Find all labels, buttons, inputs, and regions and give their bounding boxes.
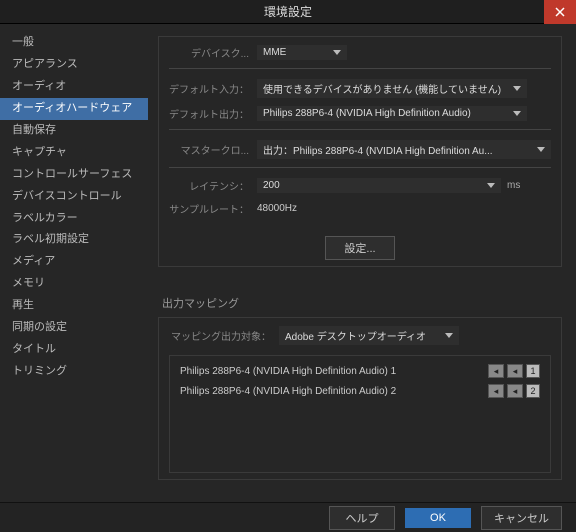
channel-number[interactable]: 2 [526,384,540,398]
speaker-icon[interactable]: ◂ [507,384,523,398]
default-output-value: Philips 288P6-4 (NVIDIA High Definition … [263,108,471,119]
output-mapping-section: 出力マッピング マッピング出力対象： Adobe デスクトップオーディオ Phi… [158,295,562,480]
device-class-dropdown[interactable]: MME [257,45,347,60]
settings-button[interactable]: 設定... [325,236,395,260]
latency-dropdown[interactable]: 200 [257,178,501,193]
default-output-dropdown[interactable]: Philips 288P6-4 (NVIDIA High Definition … [257,106,527,121]
sidebar-item[interactable]: ラベル初期設定 [0,229,148,251]
sample-rate-label: サンプルレート： [169,201,257,216]
mapping-row-label: Philips 288P6-4 (NVIDIA High Definition … [180,386,396,397]
sidebar-item[interactable]: ラベルカラー [0,208,148,230]
speaker-icon[interactable]: ◂ [488,384,504,398]
chevron-down-icon [513,86,521,91]
device-class-value: MME [263,47,286,58]
channel-number[interactable]: 1 [526,364,540,378]
mapping-row-label: Philips 288P6-4 (NVIDIA High Definition … [180,366,396,377]
sidebar-item[interactable]: 再生 [0,295,148,317]
ok-button[interactable]: OK [405,508,471,528]
chevron-down-icon [445,333,453,338]
latency-value: 200 [263,180,280,191]
sidebar-item[interactable]: 自動保存 [0,120,148,142]
sidebar-item[interactable]: 同期の設定 [0,317,148,339]
output-mapping-title: 出力マッピング [158,295,562,311]
default-output-label: デフォルト出力： [169,106,257,121]
master-clock-dropdown[interactable]: 出力：Philips 288P6-4 (NVIDIA High Definiti… [257,140,551,159]
default-input-label: デフォルト入力： [169,81,257,96]
footer: ヘルプ OK キャンセル [0,502,576,532]
master-clock-label: マスタークロ... [169,142,257,157]
default-input-value: 使用できるデバイスがありません (機能していません) [263,81,501,96]
sidebar-item[interactable]: メディア [0,251,148,273]
close-button[interactable] [544,0,576,24]
sidebar-item[interactable]: メモリ [0,273,148,295]
sidebar-item[interactable]: デバイスコントロール [0,186,148,208]
latency-unit: ms [507,180,520,191]
audio-hardware-panel: デバイスク... MME デフォルト入力： 使用できるデバイスがありません (機… [158,36,562,267]
titlebar: 環境設定 [0,0,576,24]
sidebar-item[interactable]: キャプチャ [0,142,148,164]
sidebar-item[interactable]: アピアランス [0,54,148,76]
cancel-button[interactable]: キャンセル [481,506,562,530]
main-area: 一般アピアランスオーディオオーディオハードウェア自動保存キャプチャコントロールサ… [0,24,576,502]
mapping-target-label: マッピング出力対象： [169,328,279,343]
sidebar-item[interactable]: トリミング [0,361,148,383]
mapping-row[interactable]: Philips 288P6-4 (NVIDIA High Definition … [180,364,540,378]
speaker-icon[interactable]: ◂ [507,364,523,378]
window-title: 環境設定 [264,3,312,20]
speaker-icon[interactable]: ◂ [488,364,504,378]
sidebar-item[interactable]: オーディオ [0,76,148,98]
chevron-down-icon [513,111,521,116]
sidebar: 一般アピアランスオーディオオーディオハードウェア自動保存キャプチャコントロールサ… [0,24,148,502]
sidebar-item[interactable]: 一般 [0,32,148,54]
mapping-list: Philips 288P6-4 (NVIDIA High Definition … [169,355,551,473]
latency-label: レイテンシ： [169,178,257,193]
device-class-label: デバイスク... [169,45,257,60]
content: デバイスク... MME デフォルト入力： 使用できるデバイスがありません (機… [148,24,576,502]
master-clock-value: 出力：Philips 288P6-4 (NVIDIA High Definiti… [263,142,493,157]
default-input-dropdown[interactable]: 使用できるデバイスがありません (機能していません) [257,79,527,98]
sidebar-item[interactable]: タイトル [0,339,148,361]
sidebar-item[interactable]: オーディオハードウェア [0,98,148,120]
sidebar-item[interactable]: コントロールサーフェス [0,164,148,186]
close-icon [555,7,565,17]
mapping-target-dropdown[interactable]: Adobe デスクトップオーディオ [279,326,459,345]
help-button[interactable]: ヘルプ [329,506,395,530]
mapping-target-value: Adobe デスクトップオーディオ [285,328,426,343]
sample-rate-value: 48000Hz [257,203,297,214]
chevron-down-icon [333,50,341,55]
chevron-down-icon [487,183,495,188]
mapping-row[interactable]: Philips 288P6-4 (NVIDIA High Definition … [180,384,540,398]
chevron-down-icon [537,147,545,152]
